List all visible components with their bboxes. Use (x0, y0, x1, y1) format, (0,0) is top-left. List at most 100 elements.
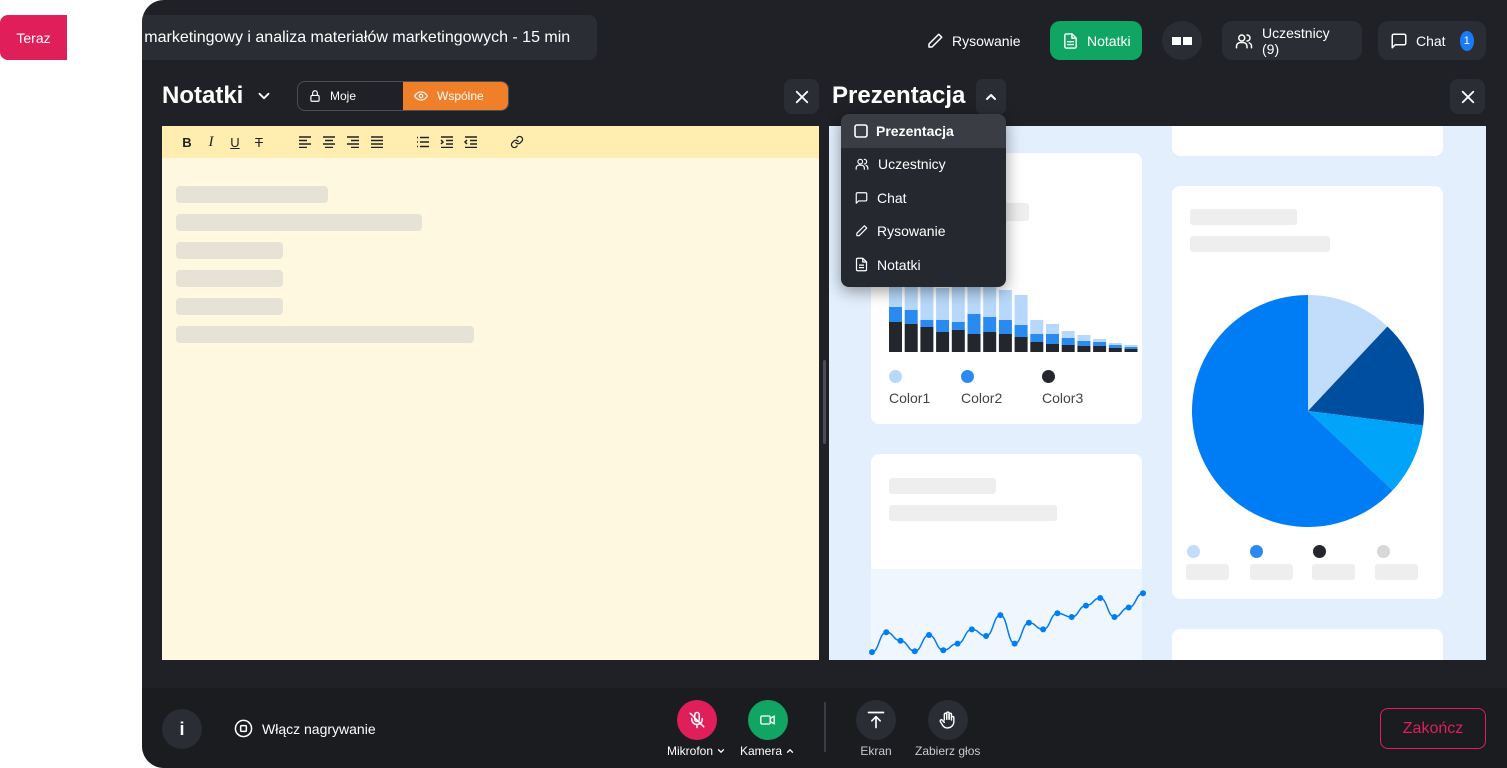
subtitle-placeholder (889, 505, 1057, 521)
close-notes-button[interactable] (784, 79, 819, 114)
bold-button[interactable]: B (175, 130, 199, 154)
dropdown-item-notes[interactable]: Notatki (841, 248, 1006, 282)
line-point (983, 633, 990, 639)
bar-segment (951, 285, 965, 322)
legend-placeholder (1312, 564, 1355, 580)
toggle-mine-label: Moje (330, 89, 357, 103)
line-point (1082, 602, 1089, 609)
legend-color1: Color1 (889, 390, 931, 406)
users-icon (854, 157, 870, 171)
microphone-label: Mikrofon (667, 744, 714, 758)
text-placeholder-line (176, 242, 283, 259)
align-left-button[interactable] (293, 130, 317, 154)
bar-segment (951, 322, 965, 330)
outdent-button[interactable] (459, 130, 483, 154)
toggle-shared-label: Wspólne (437, 89, 484, 103)
bar-segment (1077, 335, 1091, 341)
chevron-down-icon[interactable] (716, 746, 726, 756)
drawing-button[interactable]: Rysowanie (914, 21, 1032, 60)
screen-share-button[interactable] (856, 700, 896, 740)
link-icon (510, 135, 524, 149)
line-point (997, 612, 1004, 619)
bar-segment (1046, 334, 1059, 344)
panel-resize-handle[interactable] (823, 360, 826, 444)
slide-card (1172, 629, 1443, 660)
toggle-mine[interactable]: Moje (298, 82, 403, 110)
eye-icon (413, 89, 429, 103)
notes-title-dropdown[interactable]: Notatki (162, 82, 273, 110)
hand-icon (938, 710, 957, 730)
raise-hand-button[interactable] (927, 700, 968, 740)
bar-segment (936, 288, 950, 320)
record-button[interactable]: Włącz nagrywanie (234, 719, 376, 738)
users-icon (1234, 32, 1254, 50)
text-placeholder-line (176, 326, 474, 343)
bottom-controls: i Włącz nagrywanie Mikrofon Kamera Ekran… (142, 688, 1507, 768)
bar-segment (967, 334, 981, 352)
dropdown-item-participants[interactable]: Uczestnicy (841, 148, 1006, 182)
bullet-list-icon (416, 136, 430, 148)
bar-segment (1124, 345, 1138, 347)
presentation-title: Prezentacja (832, 82, 965, 110)
chevron-up-icon[interactable] (785, 746, 795, 756)
bar-segment (889, 307, 902, 322)
document-icon (1062, 32, 1079, 50)
chat-label: Chat (1416, 32, 1446, 49)
slide-card (1172, 126, 1443, 156)
presentation-view-selector[interactable] (976, 79, 1006, 114)
bar-segment (1108, 348, 1122, 352)
bar-segment (998, 320, 1012, 334)
notes-title: Notatki (162, 82, 244, 109)
underline-button[interactable]: U (223, 130, 247, 154)
close-presentation-button[interactable] (1450, 79, 1485, 114)
agenda-item[interactable]: 2. Plan marketingowy i analiza materiałó… (142, 15, 597, 60)
notes-button[interactable]: Notatki (1050, 21, 1142, 60)
line-point (926, 632, 933, 639)
screen-share-control[interactable]: Ekran (856, 700, 896, 758)
chat-button[interactable]: Chat 1 (1378, 21, 1486, 60)
bar-segment (1014, 337, 1028, 352)
camera-label: Kamera (740, 744, 783, 758)
microphone-button[interactable] (676, 700, 717, 740)
bar-segment (1077, 346, 1091, 352)
microphone-control[interactable]: Mikrofon (667, 700, 726, 758)
line-point (1068, 614, 1075, 620)
info-button[interactable]: i (162, 709, 202, 749)
align-right-button[interactable] (341, 130, 365, 154)
indent-button[interactable] (435, 130, 459, 154)
title-placeholder (1190, 209, 1297, 225)
bar-segment (920, 327, 934, 352)
chat-icon (1390, 32, 1408, 50)
layout-toggle-button[interactable] (1162, 21, 1202, 60)
dropdown-item-presentation[interactable]: Prezentacja (841, 114, 1006, 148)
pencil-icon (854, 224, 869, 238)
bar-segment (1014, 325, 1028, 337)
line-point (1040, 626, 1047, 633)
dropdown-item-label: Chat (877, 189, 907, 206)
bar-segment (1093, 339, 1107, 342)
toggle-shared[interactable]: Wspólne (403, 82, 508, 110)
camera-control[interactable]: Kamera (740, 700, 795, 758)
document-icon (854, 257, 869, 272)
dropdown-item-chat[interactable]: Chat (841, 181, 1006, 215)
notes-label: Notatki (1087, 32, 1131, 49)
align-center-button[interactable] (317, 130, 341, 154)
bar-segment (967, 314, 981, 334)
raise-hand-control[interactable]: Zabierz głos (915, 700, 980, 758)
dropdown-item-drawing[interactable]: Rysowanie (841, 215, 1006, 249)
bar-segment (920, 285, 934, 320)
strikethrough-button[interactable]: T (247, 130, 271, 154)
camera-button[interactable] (747, 700, 788, 740)
notes-editor[interactable]: B I U T (162, 126, 819, 660)
link-button[interactable] (505, 130, 529, 154)
text-placeholder-line (176, 270, 283, 287)
now-badge: Teraz (0, 15, 67, 60)
pie-chart (1192, 295, 1424, 527)
align-justify-button[interactable] (365, 130, 389, 154)
participants-button[interactable]: Uczestnicy (9) (1222, 21, 1362, 60)
italic-button[interactable]: I (199, 130, 223, 154)
text-placeholder-line (176, 186, 328, 203)
end-meeting-button[interactable]: Zakończ (1380, 708, 1486, 749)
bullet-list-button[interactable] (411, 130, 435, 154)
controls-divider (824, 702, 826, 752)
